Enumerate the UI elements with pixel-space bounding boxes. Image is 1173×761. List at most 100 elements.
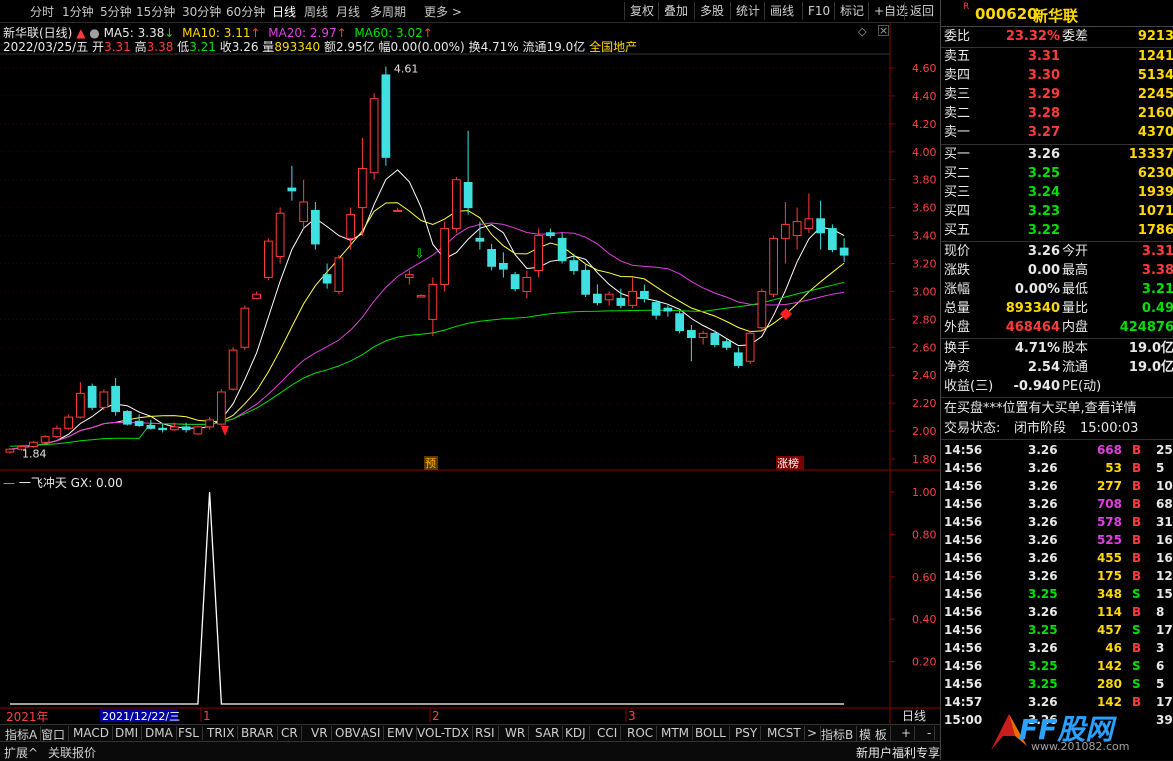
indicator-tab-15[interactable]: WR (502, 726, 530, 740)
candle[interactable] (545, 228, 555, 239)
tick-volume: 455 (1096, 551, 1122, 565)
price-tick-label: 3.40 (912, 230, 937, 243)
related-quote-button[interactable]: 关联报价 (48, 744, 96, 761)
candle[interactable] (839, 238, 849, 263)
indicator-tab-4[interactable]: DMA (142, 726, 177, 740)
candle[interactable] (287, 165, 297, 201)
candle[interactable] (557, 232, 567, 264)
candle[interactable] (52, 425, 62, 439)
candle[interactable] (534, 228, 544, 278)
candle[interactable] (64, 414, 74, 430)
candle[interactable] (381, 66, 391, 166)
candle[interactable] (263, 238, 273, 281)
candle[interactable] (369, 93, 379, 180)
candle[interactable] (111, 378, 121, 416)
indicator-tab-14[interactable]: RSI (472, 726, 499, 740)
candle[interactable] (698, 330, 708, 345)
candle[interactable] (757, 288, 767, 331)
indicator-tab-8[interactable]: CR (278, 726, 302, 740)
candle[interactable] (134, 414, 144, 427)
candle[interactable] (193, 425, 203, 436)
candle[interactable] (404, 270, 414, 285)
candle[interactable] (628, 277, 638, 309)
indicator-menu-icon[interactable]: — (3, 476, 15, 490)
candle[interactable] (99, 389, 109, 411)
candle[interactable] (675, 310, 685, 334)
candle[interactable] (299, 179, 309, 229)
candle[interactable] (804, 193, 814, 233)
candle[interactable] (346, 207, 356, 250)
candle[interactable] (651, 299, 661, 320)
indicator-tab-27[interactable]: + (898, 726, 916, 740)
candle[interactable] (158, 424, 168, 433)
candle[interactable] (592, 284, 602, 306)
expand-button[interactable]: 扩展^ (4, 744, 38, 761)
candle[interactable] (146, 419, 156, 430)
indicator-tab-20[interactable]: MTM (658, 726, 694, 740)
candle[interactable] (252, 291, 262, 299)
kline-chart[interactable]: 4.60 4.40 4.20 4.00 3.80 3.60 3.40 3.20 3.00 2.80… (0, 0, 940, 760)
indicator-tab-6[interactable]: TRIX (204, 726, 239, 740)
indicator-tab-2[interactable]: MACD (70, 726, 113, 740)
indicator-tab-13[interactable]: VOL-TDX (414, 726, 473, 740)
candle[interactable] (205, 417, 215, 430)
candle[interactable] (639, 284, 649, 303)
candle[interactable] (769, 235, 779, 298)
indicator-tab-18[interactable]: CCI (594, 726, 622, 740)
tick-count: 8 (1156, 605, 1165, 619)
candle[interactable] (216, 389, 226, 426)
candle[interactable] (522, 270, 532, 299)
big-order-notice[interactable]: 在买盘***位置有大买单,查看详情 (944, 400, 1173, 418)
candle[interactable] (393, 207, 403, 212)
candle[interactable] (428, 277, 438, 337)
candle[interactable] (581, 263, 591, 298)
candle[interactable] (604, 291, 614, 306)
candle[interactable] (745, 330, 755, 365)
indicator-tab-5[interactable]: FSL (175, 726, 203, 740)
candle[interactable] (416, 294, 426, 298)
candle[interactable] (733, 347, 743, 369)
candle[interactable] (792, 207, 802, 250)
indicator-tab-23[interactable]: MCST (764, 726, 805, 740)
indicator-tab-19[interactable]: ROC (624, 726, 658, 740)
candle[interactable] (275, 207, 285, 264)
indicator-tab-16[interactable]: SAR (532, 726, 564, 740)
indicator-tab-11[interactable]: ASI (358, 726, 385, 740)
candle[interactable] (122, 410, 132, 426)
candle[interactable] (827, 224, 837, 253)
candle[interactable] (322, 263, 332, 289)
candle[interactable] (75, 382, 85, 419)
candle[interactable] (463, 130, 473, 215)
candle[interactable] (334, 255, 344, 295)
tick-time: 14:57 (944, 695, 983, 709)
indicator-tab-17[interactable]: KDJ (562, 726, 590, 740)
candle[interactable] (816, 200, 826, 250)
candle[interactable] (40, 435, 50, 444)
candle[interactable] (710, 330, 720, 348)
candle[interactable] (498, 252, 508, 278)
candle[interactable] (451, 176, 461, 233)
candle[interactable] (686, 324, 696, 362)
candle[interactable] (87, 383, 97, 411)
candle[interactable] (780, 202, 790, 264)
bid-volume: 6230 (1137, 166, 1173, 181)
candle[interactable] (228, 347, 238, 391)
indicator-tab-9[interactable]: VR (308, 726, 332, 740)
candle[interactable] (310, 202, 320, 250)
indicator-tab-21[interactable]: BOLL (692, 726, 730, 740)
candle[interactable] (663, 305, 673, 317)
tick-time: 14:56 (944, 533, 983, 547)
candle[interactable] (510, 271, 520, 292)
indicator-tab-3[interactable]: DMI (112, 726, 143, 740)
indicator-tab-12[interactable]: EMV (384, 726, 418, 740)
indicator-tab-22[interactable]: PSY (732, 726, 762, 740)
candle[interactable] (475, 221, 485, 250)
indicator-tab-7[interactable]: BRAR (238, 726, 278, 740)
candle[interactable] (357, 137, 367, 236)
candle[interactable] (487, 243, 497, 271)
indicator-tab-28[interactable]: - (924, 726, 936, 740)
candle[interactable] (240, 305, 250, 351)
quote-panel: R 000620 新华联 委比 23.32% 委差 9213 卖五 3.31 1241 卖四 3… (940, 0, 1173, 760)
candle[interactable] (440, 221, 450, 292)
new-user-link[interactable]: 新用户福利专享 (856, 744, 940, 761)
